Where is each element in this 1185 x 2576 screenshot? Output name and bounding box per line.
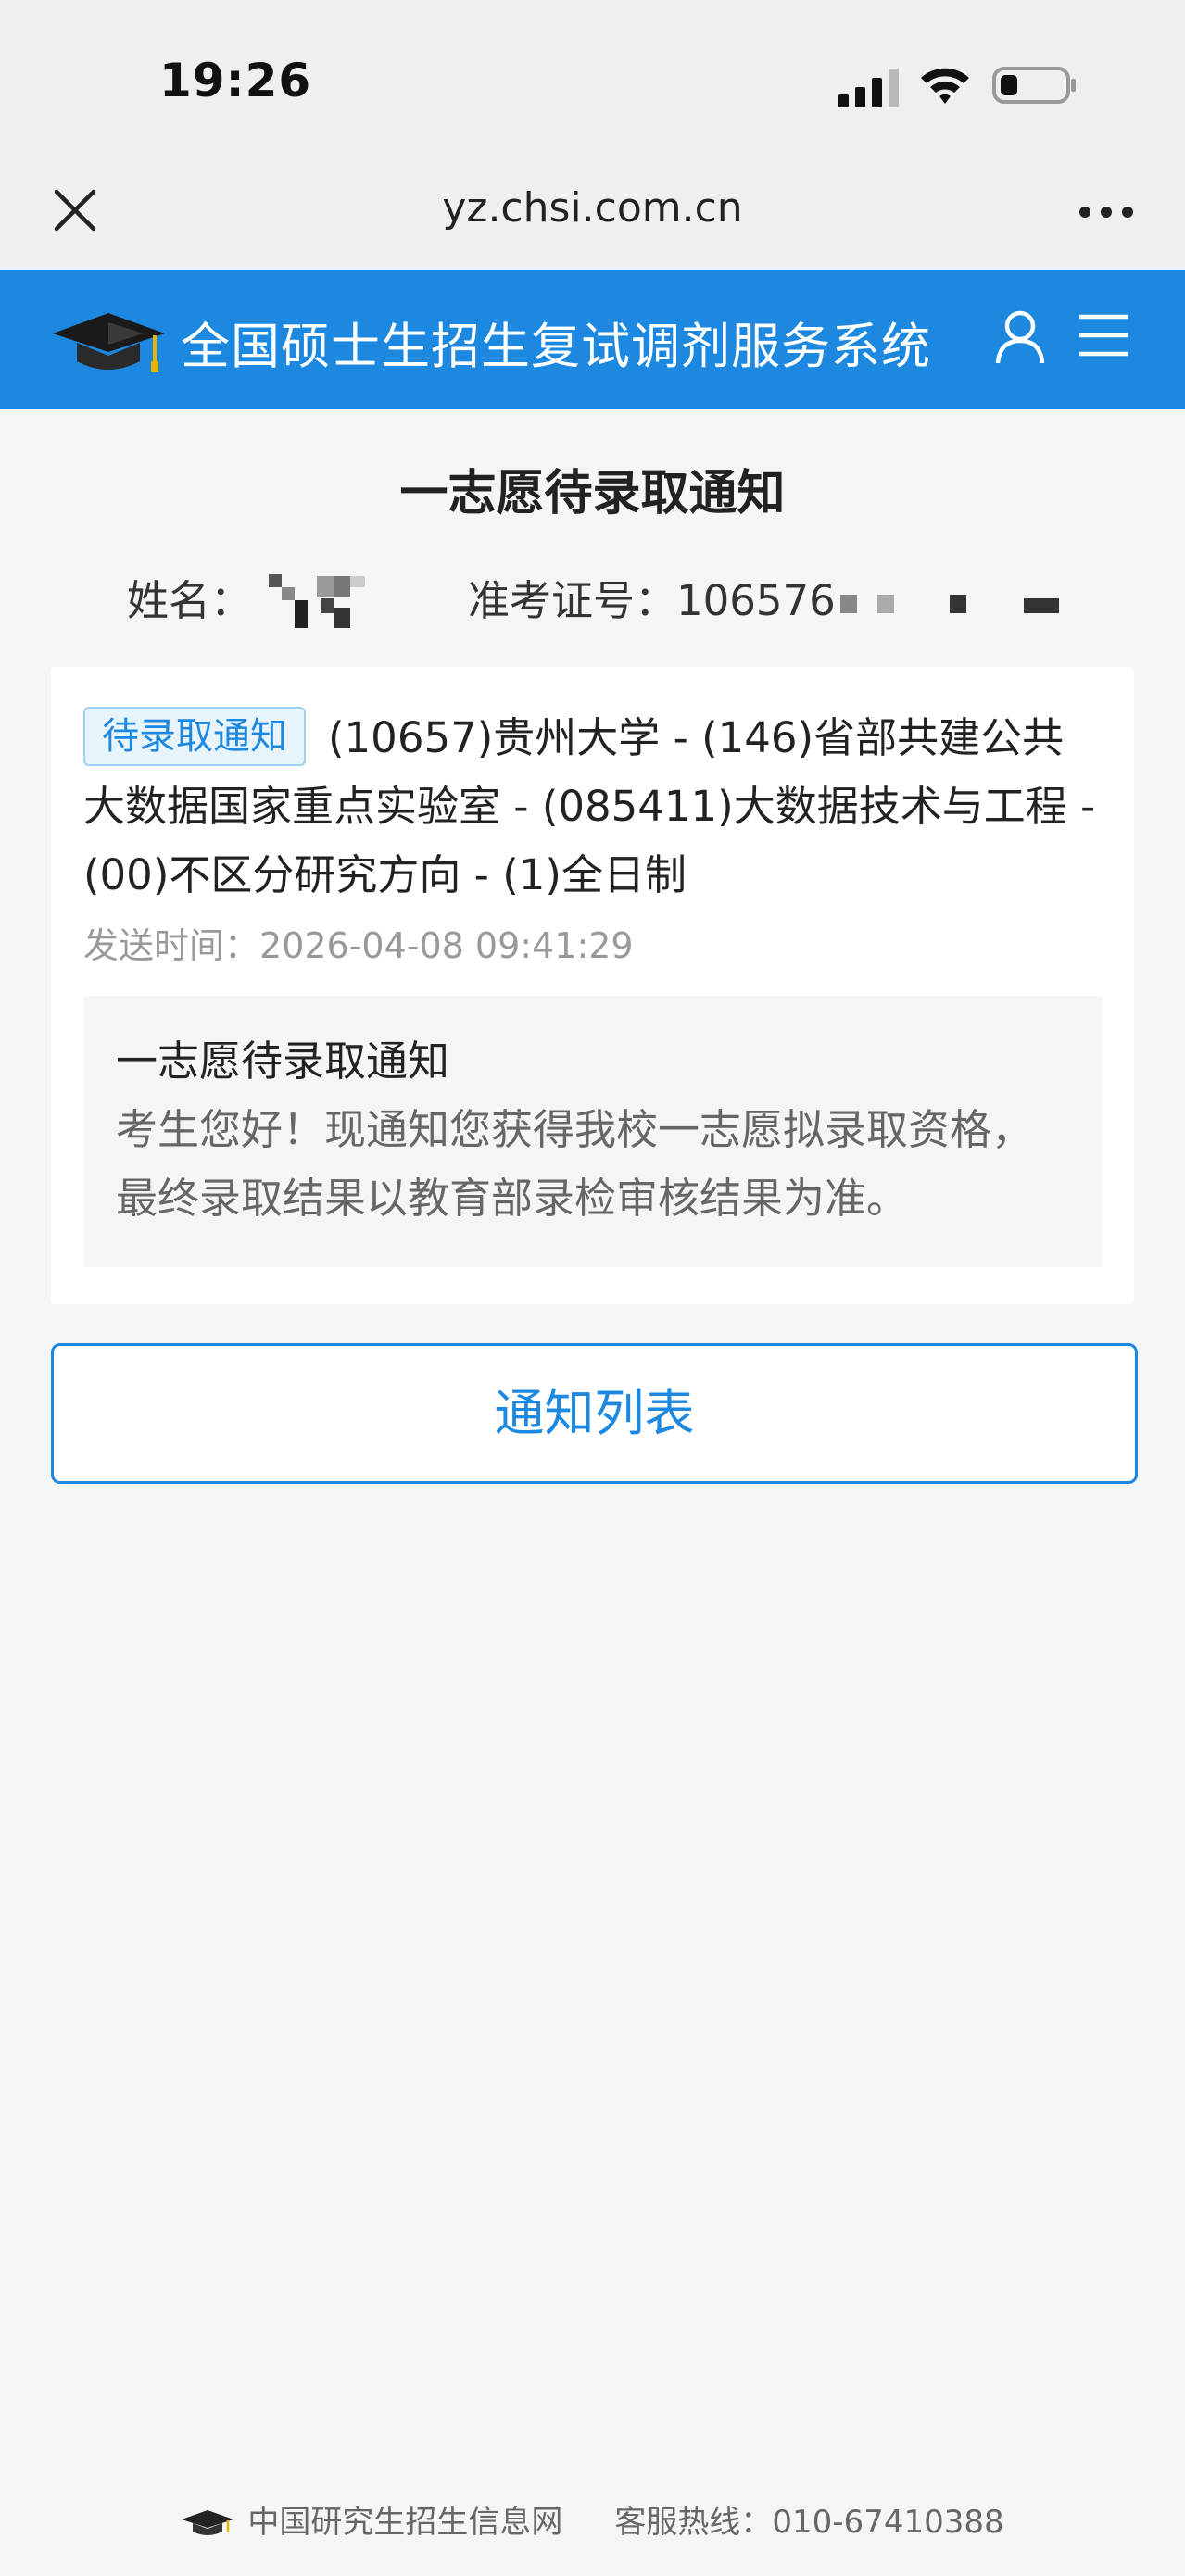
more-options-icon[interactable] — [1078, 205, 1135, 220]
wifi-icon — [921, 68, 969, 104]
graduation-cap-icon — [182, 2510, 234, 2535]
battery-icon — [992, 67, 1076, 104]
redacted-name — [269, 574, 365, 628]
user-icon[interactable] — [994, 309, 1046, 365]
status-bar: 19:26 — [0, 0, 1185, 162]
sent-time-label: 发送时间： — [83, 925, 260, 966]
footer-hotline: 客服热线：010-67410388 — [614, 2504, 1004, 2541]
sent-time-row: 发送时间：2026-04-08 09:41:29 — [83, 917, 634, 968]
browser-bar: yz.chsi.com.cn — [0, 162, 1185, 270]
exam-number-label: 准考证号：106576 — [468, 567, 836, 627]
exam-number-value: 106576 — [676, 576, 836, 625]
app-header: 全国硕士生招生复试调剂服务系统 — [0, 270, 1185, 409]
notice-detail: 待录取通知 (10657)贵州大学 - (146)省部共建公共大数据国家重点实验室… — [83, 704, 1103, 910]
redacted-exam-number — [840, 595, 1059, 613]
footer: 中国研究生招生信息网 客服热线：010-67410388 — [0, 2496, 1185, 2542]
menu-icon[interactable] — [1078, 311, 1129, 359]
app-title: 全国硕士生招生复试调剂服务系统 — [181, 319, 931, 375]
status-badge: 待录取通知 — [83, 707, 306, 766]
page-title: 一志愿待录取通知 — [399, 466, 786, 521]
cellular-signal-icon — [838, 69, 899, 107]
graduation-cap-logo-icon[interactable] — [51, 304, 167, 378]
url-display[interactable]: yz.chsi.com.cn — [0, 184, 1185, 232]
footer-site-name[interactable]: 中国研究生招生信息网 — [247, 2504, 562, 2541]
sent-time-value: 2026-04-08 09:41:29 — [259, 925, 634, 966]
message-title: 一志愿待录取通知 — [116, 1037, 450, 1086]
name-label: 姓名： — [127, 576, 253, 625]
message-box: 一志愿待录取通知 考生您好！现通知您获得我校一志愿拟录取资格，最终录取结果以教育… — [83, 996, 1103, 1267]
notice-list-button[interactable]: 通知列表 — [51, 1343, 1138, 1484]
message-text: 考生您好！现通知您获得我校一志愿拟录取资格，最终录取结果以教育部录检审核结果为准… — [116, 1105, 1034, 1223]
status-time: 19:26 — [159, 54, 312, 107]
exam-number-label-text: 准考证号： — [468, 576, 677, 625]
notice-card: 待录取通知 (10657)贵州大学 - (146)省部共建公共大数据国家重点实验室… — [51, 667, 1134, 1304]
